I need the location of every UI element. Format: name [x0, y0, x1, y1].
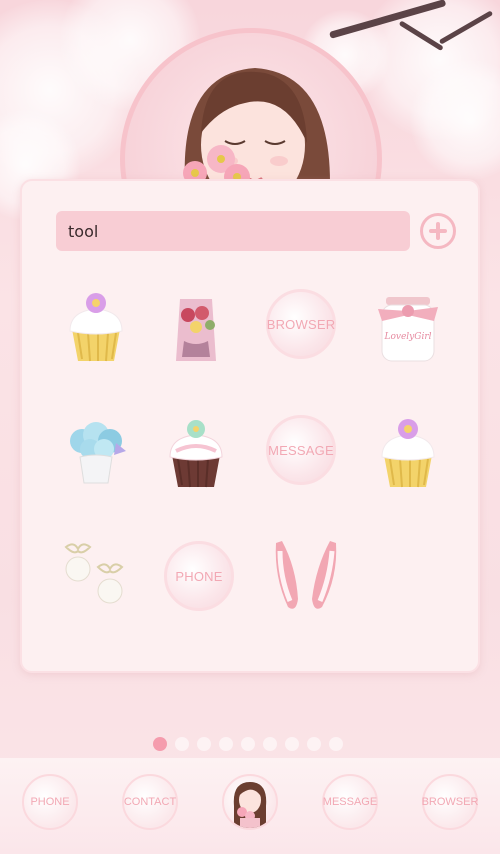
dock: PHONE CONTACT MESSAGE BROWSER	[0, 758, 500, 854]
page-dot[interactable]	[241, 737, 255, 751]
app-browser[interactable]: BROWSER	[266, 289, 336, 359]
page-dot[interactable]	[329, 737, 343, 751]
page-dot[interactable]	[285, 737, 299, 751]
dock-contact-button[interactable]: CONTACT	[122, 774, 178, 830]
app-cupcake-purple[interactable]	[56, 285, 136, 365]
pink-heels-icon	[275, 541, 337, 609]
lovely-girl-jar-icon: LovelyGirl	[378, 297, 438, 362]
app-pink-heels[interactable]	[266, 537, 346, 617]
page-dot[interactable]	[263, 737, 277, 751]
app-rose-sachet[interactable]	[156, 285, 236, 365]
page-dot[interactable]	[153, 737, 167, 751]
app-cupcake-purple-2[interactable]	[368, 411, 448, 491]
cupcake-purple-icon	[381, 419, 435, 488]
rose-sachet-icon	[176, 299, 216, 361]
dock-message-button[interactable]: MESSAGE	[322, 774, 378, 830]
app-blue-flower-pot[interactable]	[56, 411, 136, 491]
page-dot[interactable]	[197, 737, 211, 751]
app-pearl-earrings[interactable]	[56, 537, 136, 617]
page-dot[interactable]	[175, 737, 189, 751]
jar-label: LovelyGirl	[383, 332, 431, 342]
app-folder-panel: tool BROWSER LovelyGirl MESSAGE PHONE	[20, 179, 480, 673]
cupcake-green-icon	[169, 420, 223, 488]
cupcake-purple-icon	[69, 293, 123, 362]
plus-circle-icon[interactable]	[420, 213, 456, 249]
girl-avatar-icon	[233, 782, 267, 828]
dock-home-avatar-button[interactable]	[222, 774, 278, 830]
app-phone[interactable]: PHONE	[164, 541, 234, 611]
dock-browser-button[interactable]: BROWSER	[422, 774, 478, 830]
dock-phone-button[interactable]: PHONE	[22, 774, 78, 830]
page-dot[interactable]	[307, 737, 321, 751]
page-indicator	[153, 737, 343, 751]
page-dot[interactable]	[219, 737, 233, 751]
app-cupcake-green[interactable]	[156, 411, 236, 491]
pearl-earrings-icon	[64, 543, 124, 604]
app-lovely-girl-jar[interactable]: LovelyGirl	[368, 285, 448, 365]
app-message[interactable]: MESSAGE	[266, 415, 336, 485]
folder-name-field[interactable]: tool	[56, 211, 410, 251]
blue-flower-pot-icon	[70, 422, 126, 484]
